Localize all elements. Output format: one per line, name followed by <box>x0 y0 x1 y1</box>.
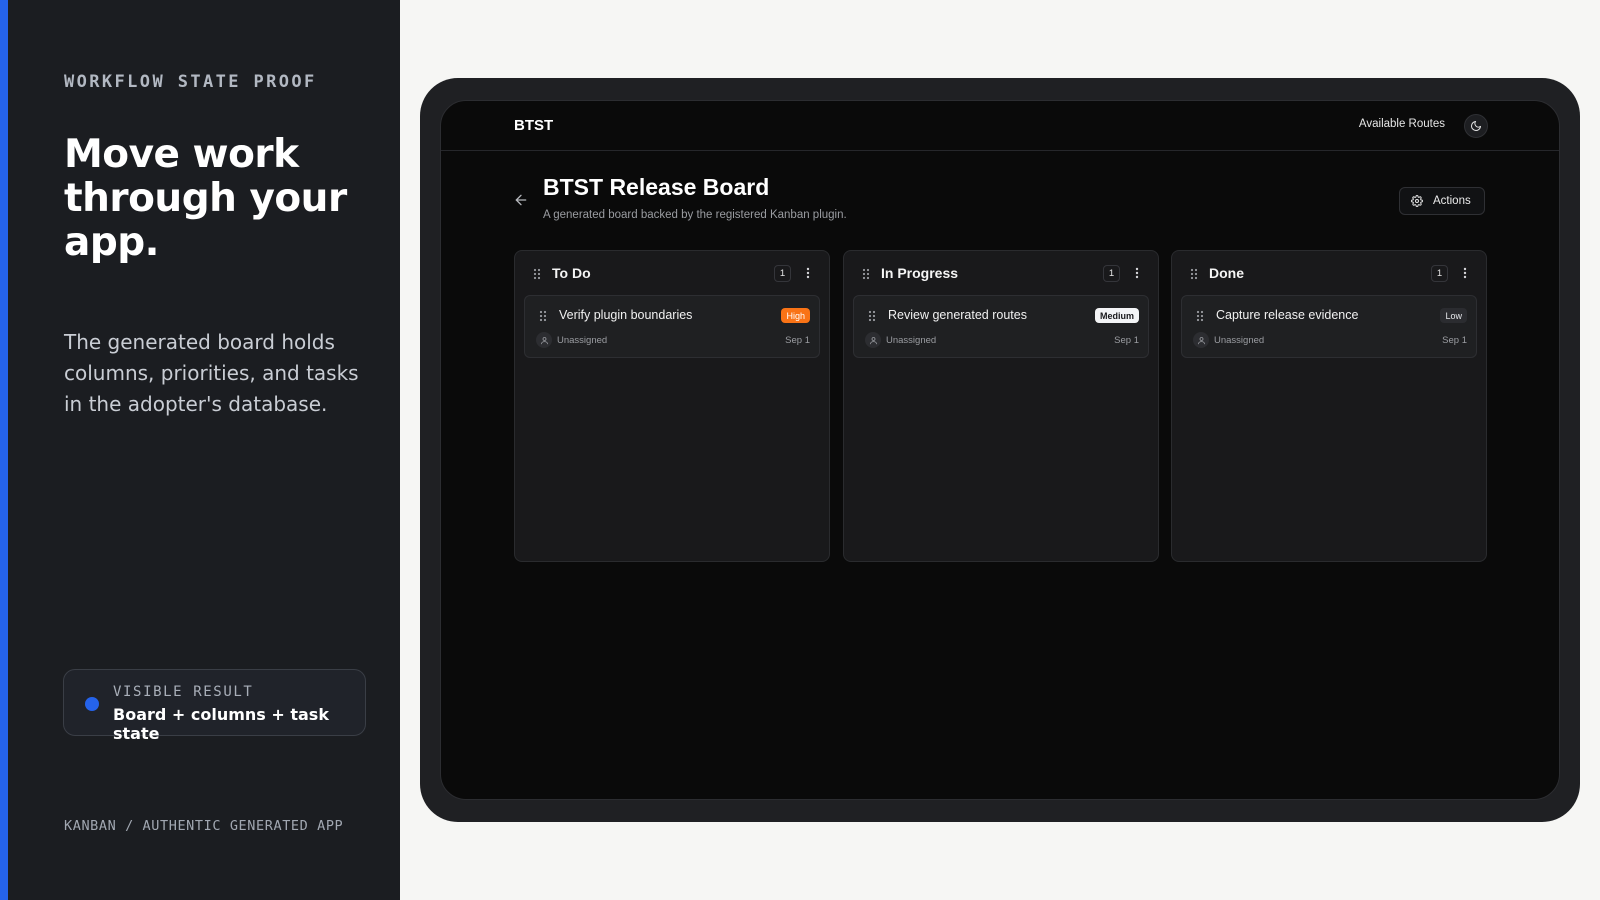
priority-badge: High <box>781 308 810 323</box>
app-header: BTST Available Routes <box>441 101 1559 151</box>
task-title: Review generated routes <box>888 308 1027 322</box>
hero-title: Move work through your app. <box>64 132 347 265</box>
task-title: Capture release evidence <box>1216 308 1359 322</box>
drag-handle-icon[interactable] <box>1190 268 1198 280</box>
column-title: Done <box>1209 265 1244 281</box>
status-dot-icon <box>85 697 99 711</box>
eyebrow-label: WORKFLOW STATE PROOF <box>64 72 317 92</box>
drag-handle-icon[interactable] <box>533 268 541 280</box>
task-due-date: Sep 1 <box>785 335 810 346</box>
more-vertical-icon[interactable] <box>1135 267 1139 279</box>
drag-handle-icon[interactable] <box>868 310 876 322</box>
drag-handle-icon[interactable] <box>862 268 870 280</box>
board-title: BTST Release Board <box>543 174 770 200</box>
task-assignee: Unassigned <box>1214 335 1265 346</box>
result-card: VISIBLE RESULT Board + columns + task st… <box>63 669 366 743</box>
task-due-date: Sep 1 <box>1442 335 1467 346</box>
gear-icon <box>1411 195 1423 207</box>
column-count-badge: 1 <box>1103 265 1120 282</box>
task-card[interactable]: Verify plugin boundaries High Unassigned… <box>524 295 820 358</box>
task-title: Verify plugin boundaries <box>559 308 693 322</box>
user-icon <box>865 332 881 348</box>
task-card[interactable]: Review generated routes Medium Unassigne… <box>853 295 1149 358</box>
column-in-progress[interactable]: In Progress 1 Review generated routes Me… <box>843 250 1159 562</box>
column-title: To Do <box>552 265 591 281</box>
more-vertical-icon[interactable] <box>1463 267 1467 279</box>
task-assignee: Unassigned <box>557 335 608 346</box>
priority-badge: Low <box>1440 308 1467 323</box>
moon-icon <box>1471 121 1481 131</box>
actions-label: Actions <box>1433 195 1471 207</box>
accent-bar <box>0 0 8 900</box>
result-label: VISIBLE RESULT <box>113 684 254 700</box>
more-vertical-icon[interactable] <box>806 267 810 279</box>
left-panel: WORKFLOW STATE PROOF Move work through y… <box>0 0 400 900</box>
column-todo[interactable]: To Do 1 Verify plugin boundaries High Un… <box>514 250 830 562</box>
drag-handle-icon[interactable] <box>1196 310 1204 322</box>
board-subtitle: A generated board backed by the register… <box>543 209 847 221</box>
task-assignee: Unassigned <box>886 335 937 346</box>
hero-description: The generated board holds columns, prior… <box>64 330 359 416</box>
column-done[interactable]: Done 1 Capture release evidence Low Unas… <box>1171 250 1487 562</box>
priority-badge: Medium <box>1094 308 1139 323</box>
task-due-date: Sep 1 <box>1114 335 1139 346</box>
user-icon <box>1193 332 1209 348</box>
user-icon <box>536 332 552 348</box>
task-card[interactable]: Capture release evidence Low Unassigned … <box>1181 295 1477 358</box>
brand-logo[interactable]: BTST <box>514 117 553 134</box>
drag-handle-icon[interactable] <box>539 310 547 322</box>
footer-path: KANBAN / AUTHENTIC GENERATED APP <box>64 818 344 834</box>
column-count-badge: 1 <box>1431 265 1448 282</box>
result-value: Board + columns + task state <box>113 705 329 743</box>
actions-button[interactable]: Actions <box>1399 187 1485 215</box>
back-arrow-icon[interactable] <box>513 192 529 208</box>
app-screen: BTST Available Routes BTST Release Board… <box>440 100 1560 800</box>
theme-toggle-button[interactable] <box>1464 114 1488 138</box>
available-routes-link[interactable]: Available Routes <box>1359 118 1445 130</box>
column-title: In Progress <box>881 265 959 281</box>
column-count-badge: 1 <box>774 265 791 282</box>
